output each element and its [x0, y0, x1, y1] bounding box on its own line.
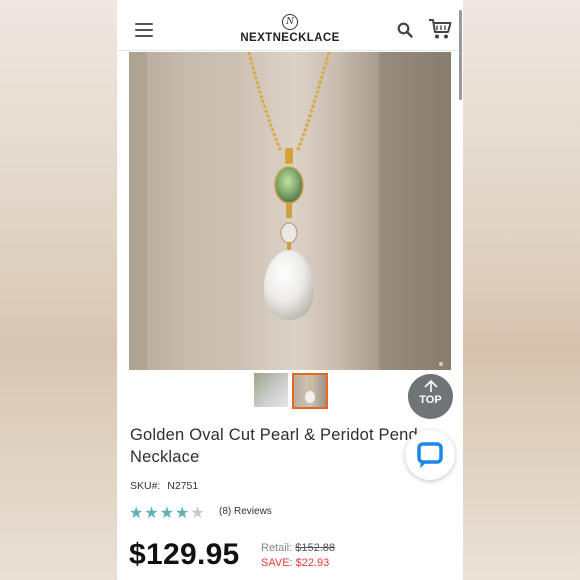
sku-value: N2751	[167, 480, 199, 492]
sku-label: SKU#:	[130, 480, 161, 492]
shopping-cart-icon[interactable]	[428, 18, 452, 40]
retail-label: Retail:	[261, 542, 293, 554]
star-icon: ★	[175, 505, 191, 522]
rating-stars[interactable]: ★★★★★	[129, 503, 206, 523]
thumbnail-1[interactable]	[254, 373, 288, 407]
save-amount: SAVE: $22.93	[261, 557, 330, 569]
logo-mark: N	[282, 14, 298, 30]
brand-name: NEXTNECKLACE	[240, 32, 340, 44]
background-left	[0, 0, 117, 580]
star-icon: ★	[144, 505, 160, 522]
arrow-up-icon	[408, 374, 453, 394]
retail-price: $152.88	[295, 542, 336, 554]
thumbnail-strip	[254, 373, 334, 409]
product-title-line-2: Necklace	[130, 448, 200, 466]
product-price: $129.95	[129, 538, 240, 571]
site-logo[interactable]: N NEXTNECKLACE	[235, 14, 345, 44]
star-icon: ★	[159, 505, 176, 522]
scrollbar[interactable]	[459, 10, 462, 100]
retail-price-line: Retail: $152.88	[261, 542, 335, 554]
star-empty-icon: ★	[190, 505, 206, 522]
site-header: N NEXTNECKLACE	[117, 0, 463, 51]
background-right	[463, 0, 580, 580]
chat-button[interactable]	[405, 430, 455, 480]
product-title-line-1: Golden Oval Cut Pearl & Peridot Pend	[130, 426, 418, 444]
sku-line: SKU#: N2751	[130, 480, 198, 492]
top-label: TOP	[419, 394, 442, 406]
product-title: Golden Oval Cut Pearl & Peridot Pend Nec…	[130, 424, 420, 470]
hamburger-menu-icon[interactable]	[135, 23, 153, 37]
star-icon: ★	[129, 505, 145, 522]
phone-screen: N NEXTNECKLACE TOP Golden Oval Cut Pearl…	[117, 0, 463, 580]
necklace-image	[129, 52, 451, 370]
thumbnail-2-selected[interactable]	[292, 373, 328, 409]
search-icon[interactable]	[397, 22, 413, 38]
product-image[interactable]	[129, 52, 451, 370]
scroll-to-top-button[interactable]: TOP	[408, 374, 453, 419]
chat-bubble-icon	[417, 442, 443, 468]
reviews-link[interactable]: (8) Reviews	[219, 506, 272, 517]
